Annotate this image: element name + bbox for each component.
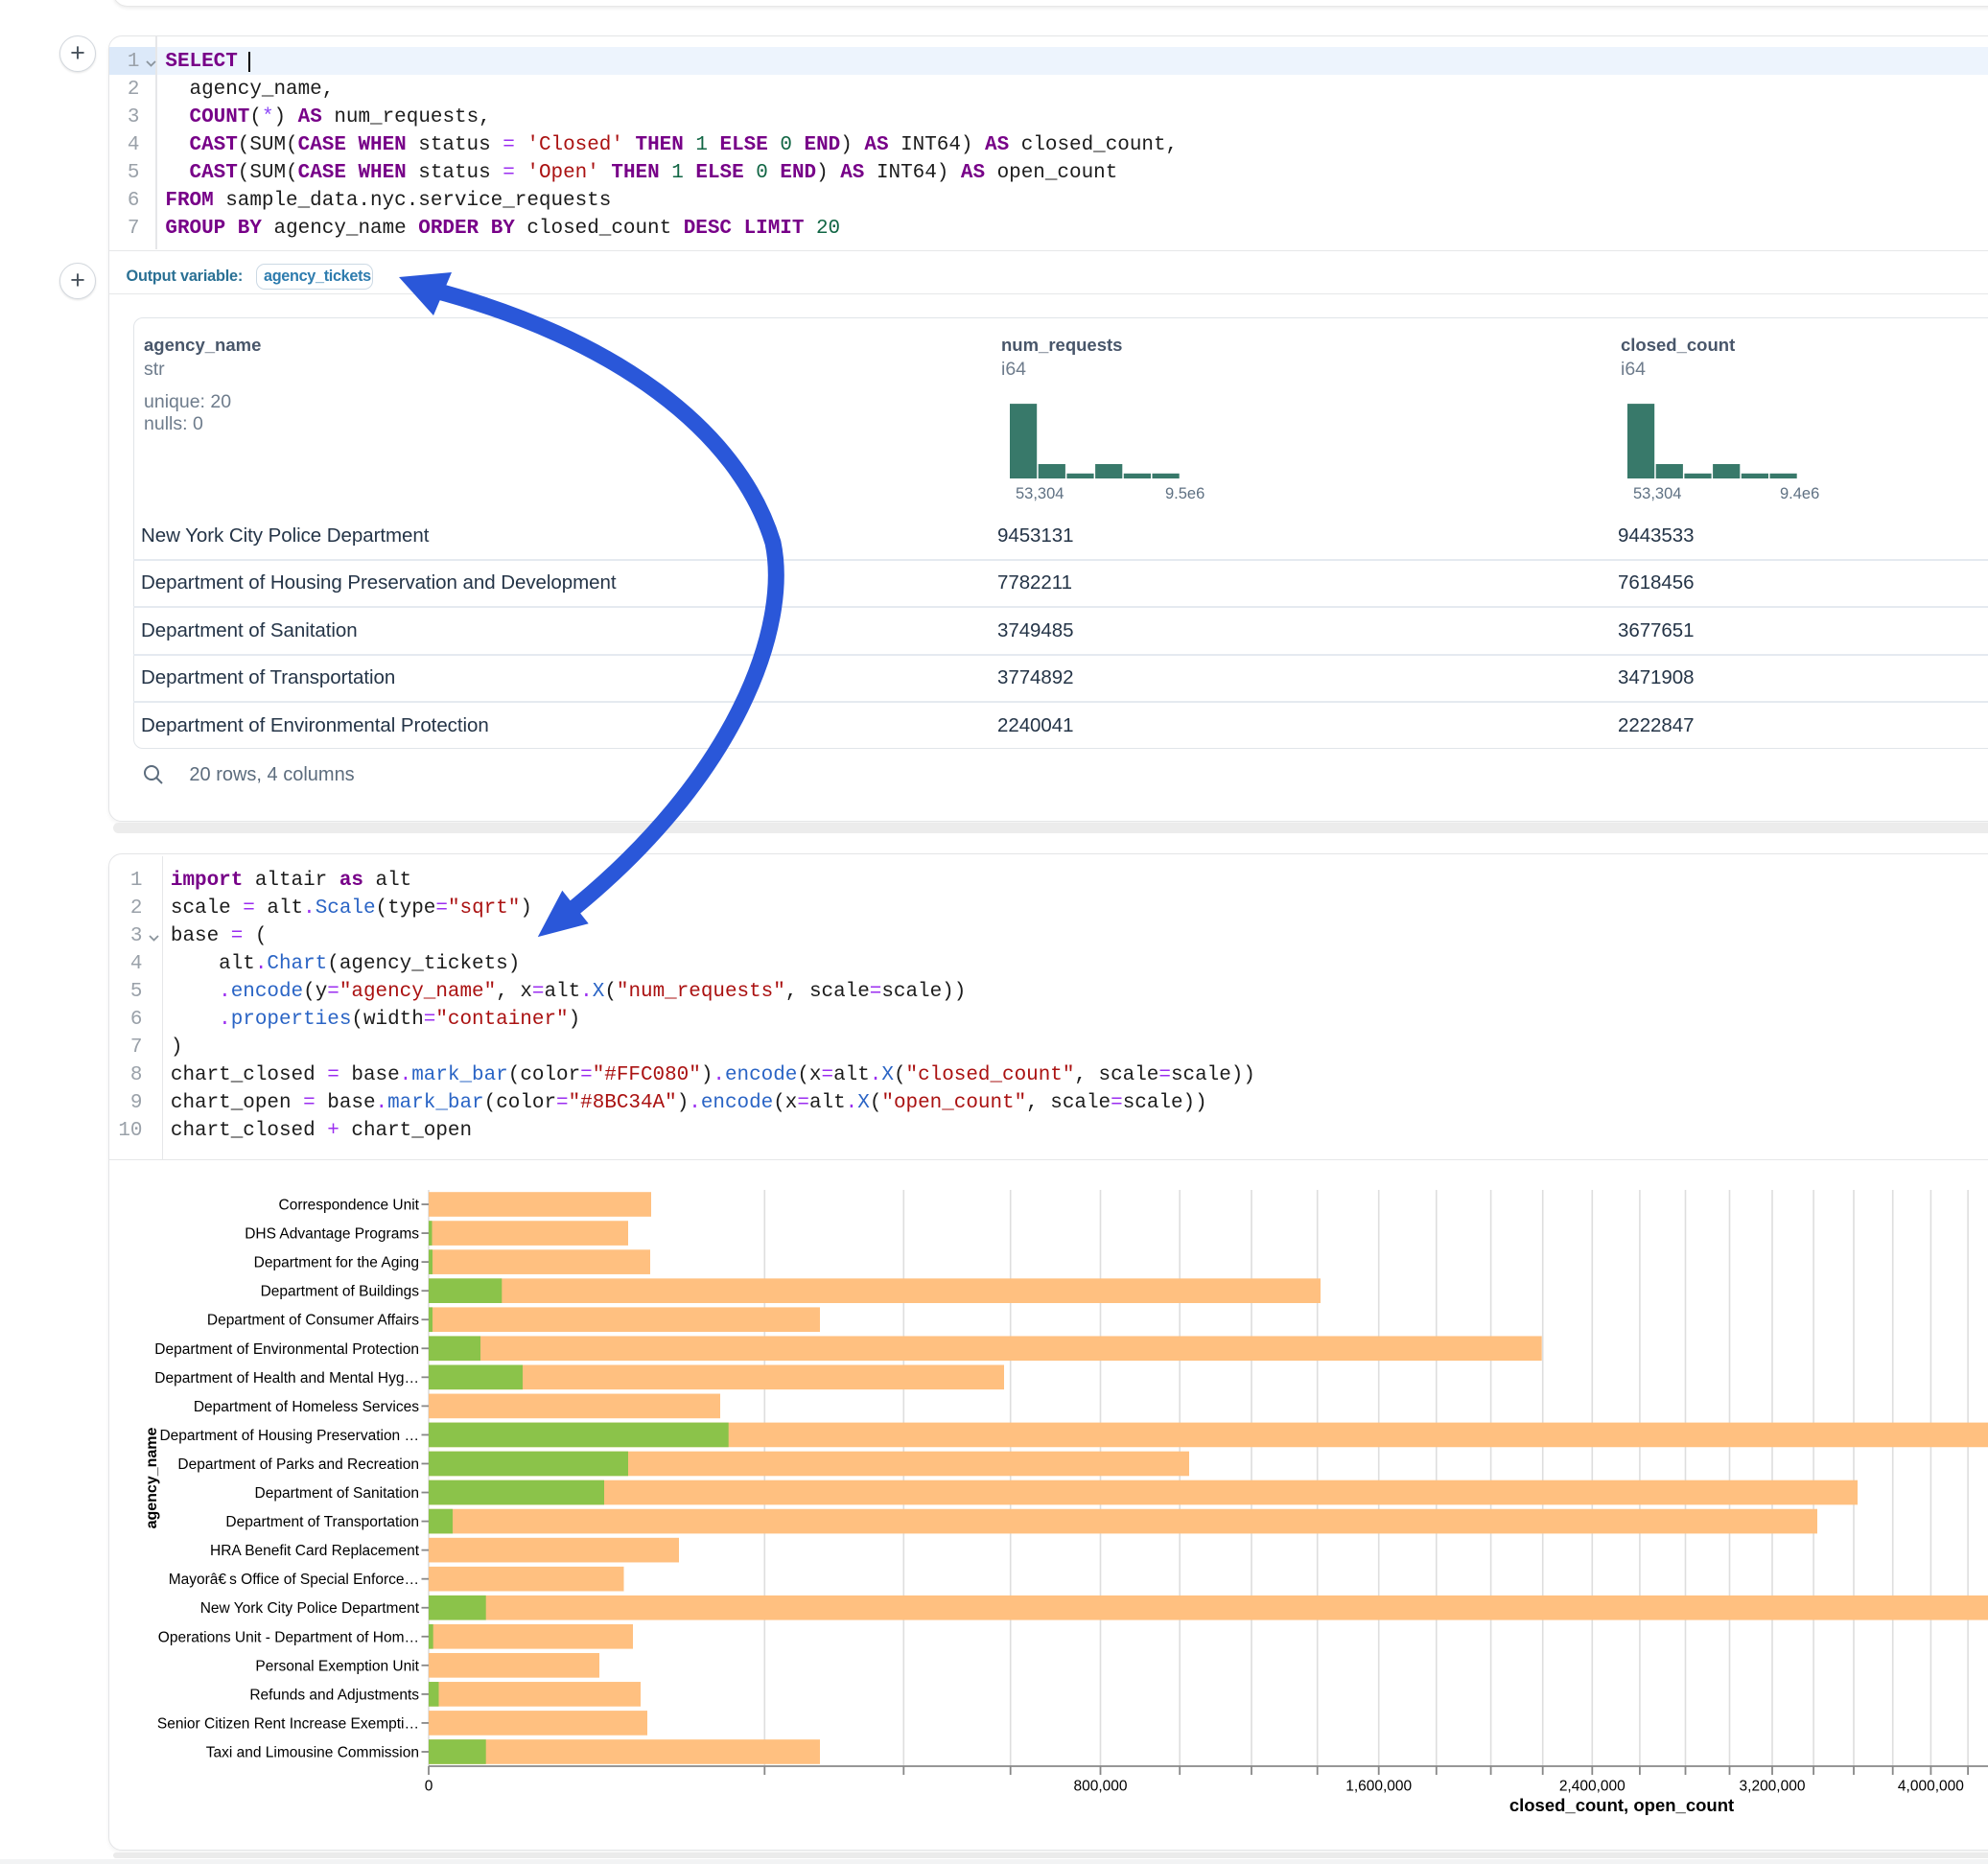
svg-text:3,200,000: 3,200,000: [1740, 1779, 1806, 1795]
svg-text:Department of Environmental Pr: Department of Environmental Protection: [154, 1341, 419, 1358]
svg-text:Correspondence Unit: Correspondence Unit: [279, 1198, 420, 1214]
svg-text:HRA Benefit Card Replacement: HRA Benefit Card Replacement: [210, 1543, 420, 1559]
svg-text:Senior Citizen Rent Increase E: Senior Citizen Rent Increase Exempti…: [157, 1715, 419, 1732]
svg-text:2,400,000: 2,400,000: [1559, 1779, 1625, 1795]
svg-text:Department of Homeless Service: Department of Homeless Services: [194, 1399, 419, 1415]
svg-text:New York City Police Departmen: New York City Police Department: [200, 1600, 420, 1617]
svg-text:Operations Unit - Department o: Operations Unit - Department of Hom…: [158, 1629, 419, 1645]
svg-text:1,600,000: 1,600,000: [1345, 1779, 1412, 1795]
svg-text:Taxi and Limousine Commission: Taxi and Limousine Commission: [206, 1744, 419, 1760]
svg-text:Personal Exemption Unit: Personal Exemption Unit: [255, 1658, 419, 1674]
svg-text:Department of Parks and Recrea: Department of Parks and Recreation: [177, 1456, 419, 1473]
svg-text:DHS Advantage Programs: DHS Advantage Programs: [245, 1226, 419, 1243]
svg-text:Department of Transportation: Department of Transportation: [225, 1514, 419, 1530]
svg-text:Mayorâ€ s Office of Special En: Mayorâ€ s Office of Special Enforce…: [169, 1572, 419, 1588]
svg-text:Refunds and Adjustments: Refunds and Adjustments: [249, 1687, 419, 1703]
svg-text:4,000,000: 4,000,000: [1898, 1779, 1964, 1795]
svg-text:Department of Consumer Affairs: Department of Consumer Affairs: [207, 1313, 419, 1329]
svg-text:agency_name: agency_name: [144, 1427, 160, 1528]
svg-text:Department of Housing Preserva: Department of Housing Preservation …: [159, 1428, 419, 1444]
svg-text:0: 0: [425, 1779, 433, 1795]
svg-text:closed_count, open_count: closed_count, open_count: [1509, 1795, 1734, 1815]
svg-text:Department for the Aging: Department for the Aging: [254, 1255, 419, 1271]
svg-text:Department of Sanitation: Department of Sanitation: [255, 1485, 419, 1502]
svg-text:Department of Health and Menta: Department of Health and Mental Hyg…: [154, 1370, 419, 1386]
svg-text:800,000: 800,000: [1073, 1779, 1127, 1795]
svg-text:Department of Buildings: Department of Buildings: [261, 1284, 420, 1300]
